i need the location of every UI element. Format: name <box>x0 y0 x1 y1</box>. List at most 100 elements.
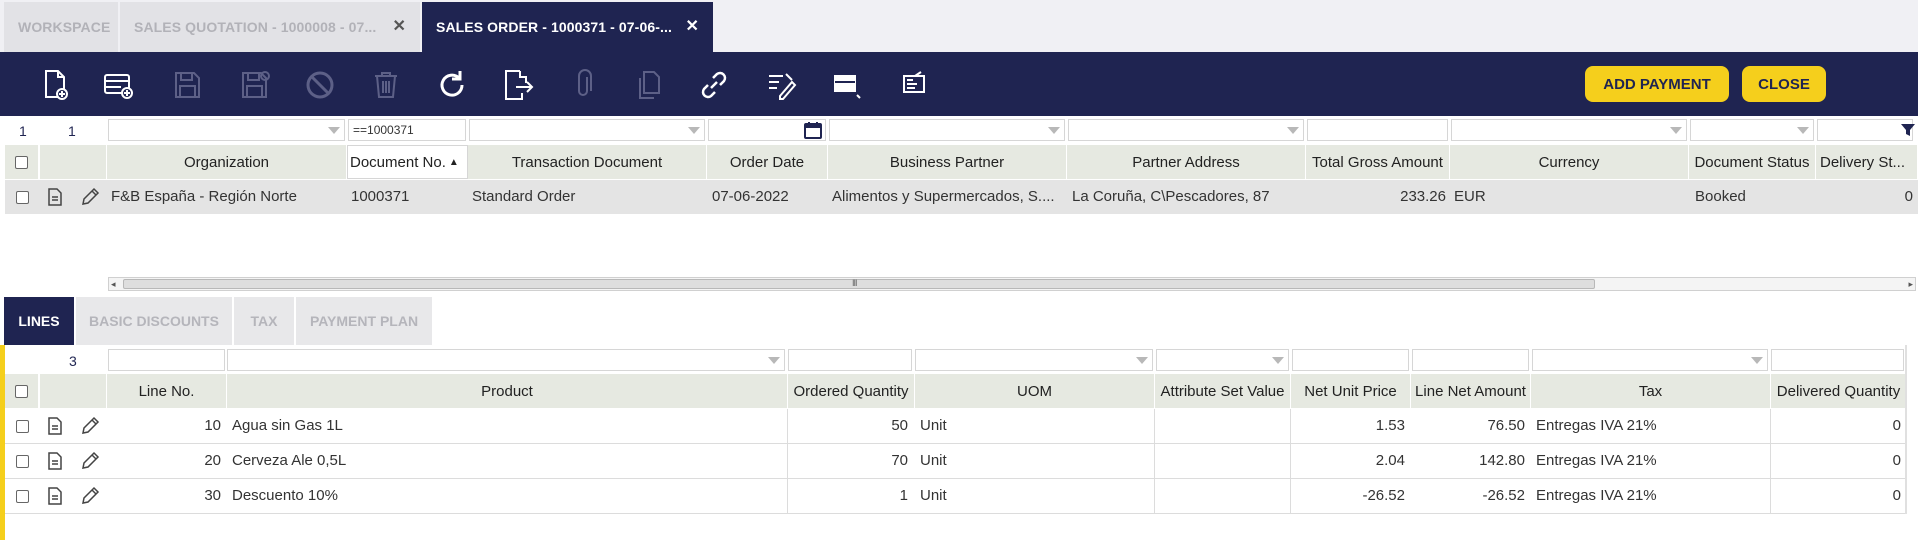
new-document-icon[interactable] <box>38 68 72 102</box>
ordered-quantity-filter[interactable] <box>788 349 912 371</box>
column-header-ordered-quantity[interactable]: Ordered Quantity <box>788 374 915 408</box>
column-header-product[interactable]: Product <box>227 374 788 408</box>
table-row[interactable]: 20 Cerveza Ale 0,5L 70 Unit 2.04 142.80 … <box>5 444 1905 479</box>
product-cell: Cerveza Ale 0,5L <box>232 452 347 469</box>
net-unit-price-cell: 1.53 <box>1375 417 1405 434</box>
column-header-total-gross-amount[interactable]: Total Gross Amount <box>1306 145 1450 179</box>
row-checkbox[interactable] <box>16 191 29 204</box>
column-header-uom[interactable]: UOM <box>915 374 1155 408</box>
column-divider <box>787 409 788 514</box>
delivery-status-filter[interactable] <box>1817 119 1913 141</box>
tab-tax[interactable]: TAX <box>234 297 294 345</box>
undo-icon[interactable] <box>303 68 337 102</box>
calendar-icon[interactable] <box>804 121 822 139</box>
uom-filter[interactable] <box>915 349 1153 371</box>
column-header-business-partner[interactable]: Business Partner <box>828 145 1067 179</box>
header-actions-spacer <box>40 374 107 408</box>
column-header-attribute-set-value[interactable]: Attribute Set Value <box>1155 374 1291 408</box>
tab-workspace[interactable]: WORKSPACE <box>4 2 118 52</box>
export-icon[interactable] <box>500 68 534 102</box>
column-header-tax[interactable]: Tax <box>1531 374 1771 408</box>
column-header-transaction-document[interactable]: Transaction Document <box>468 145 707 179</box>
column-header-delivery-status[interactable]: Delivery St... <box>1816 145 1918 179</box>
column-header-net-unit-price[interactable]: Net Unit Price <box>1291 374 1411 408</box>
document-icon[interactable] <box>47 188 63 206</box>
partner-address-filter[interactable] <box>1068 119 1304 141</box>
sort-ascending-icon: ▲ <box>448 156 459 168</box>
transaction-document-filter[interactable] <box>469 119 705 141</box>
tab-lines[interactable]: LINES <box>4 297 74 345</box>
edit-pencil-icon[interactable] <box>80 486 100 506</box>
edit-pencil-icon[interactable] <box>80 187 100 207</box>
row-checkbox[interactable] <box>16 455 29 468</box>
save-close-icon[interactable] <box>237 68 271 102</box>
scrollbar-thumb[interactable]: III <box>123 278 1595 289</box>
close-tab-icon[interactable]: ✕ <box>685 16 699 36</box>
select-all-checkbox[interactable] <box>15 155 28 169</box>
delivered-quantity-filter[interactable] <box>1771 349 1904 371</box>
new-record-icon[interactable] <box>101 68 135 102</box>
document-icon[interactable] <box>47 487 63 505</box>
partner-address-cell: La Coruña, C\Pescadores, 87 <box>1072 188 1270 205</box>
select-all-cell <box>5 374 39 408</box>
refresh-icon[interactable] <box>435 68 469 102</box>
page-number: 1 <box>19 123 27 139</box>
filter-icon[interactable] <box>1900 122 1916 138</box>
line-net-amount-filter[interactable] <box>1412 349 1529 371</box>
scroll-right-icon[interactable]: ▸ <box>1908 279 1913 290</box>
column-header-partner-address[interactable]: Partner Address <box>1067 145 1306 179</box>
scroll-left-icon[interactable]: ◂ <box>111 279 116 290</box>
grid-view-icon[interactable] <box>829 68 863 102</box>
ordered-quantity-cell: 1 <box>899 487 908 504</box>
save-icon[interactable] <box>170 68 204 102</box>
column-header-line-net-amount[interactable]: Line Net Amount <box>1411 374 1531 408</box>
close-tab-icon[interactable]: ✕ <box>392 16 406 36</box>
document-no-filter[interactable]: ==1000371 <box>348 119 466 141</box>
column-header-document-no[interactable]: Document No. ▲ <box>347 145 468 179</box>
column-header-currency[interactable]: Currency <box>1450 145 1689 179</box>
line-no-filter[interactable] <box>108 349 225 371</box>
copy-record-icon[interactable] <box>632 68 666 102</box>
process-icon[interactable] <box>764 68 798 102</box>
delivered-quantity-cell: 0 <box>1892 417 1901 434</box>
table-row[interactable]: 10 Agua sin Gas 1L 50 Unit 1.53 76.50 En… <box>5 409 1905 444</box>
tab-basic-discounts[interactable]: BASIC DISCOUNTS <box>76 297 232 345</box>
column-header-document-status[interactable]: Document Status <box>1689 145 1816 179</box>
row-checkbox[interactable] <box>16 420 29 433</box>
edit-pencil-icon[interactable] <box>80 451 100 471</box>
delete-icon[interactable] <box>369 68 403 102</box>
tax-filter[interactable] <box>1532 349 1768 371</box>
link-icon[interactable] <box>697 68 731 102</box>
line-net-amount-cell: -26.52 <box>1482 487 1525 504</box>
tab-sales-order[interactable]: SALES ORDER - 1000371 - 07-06-... ✕ <box>422 2 713 52</box>
document-icon[interactable] <box>47 452 63 470</box>
attribute-set-value-filter[interactable] <box>1156 349 1289 371</box>
edit-pencil-icon[interactable] <box>80 416 100 436</box>
window-tab-bar: WORKSPACE SALES QUOTATION - 1000008 - 07… <box>0 0 1918 52</box>
column-header-organization[interactable]: Organization <box>107 145 347 179</box>
column-header-line-no[interactable]: Line No. <box>107 374 227 408</box>
total-gross-amount-filter[interactable] <box>1307 119 1448 141</box>
vertical-scrollbar[interactable] <box>1905 345 1907 514</box>
net-unit-price-filter[interactable] <box>1292 349 1409 371</box>
tax-cell: Entregas IVA 21% <box>1536 452 1657 469</box>
tab-payment-plan[interactable]: PAYMENT PLAN <box>296 297 432 345</box>
select-all-checkbox[interactable] <box>15 384 28 398</box>
column-header-delivered-quantity[interactable]: Delivered Quantity <box>1771 374 1907 408</box>
organization-filter[interactable] <box>108 119 345 141</box>
product-filter[interactable] <box>227 349 785 371</box>
table-row[interactable]: 30 Descuento 10% 1 Unit -26.52 -26.52 En… <box>5 479 1905 514</box>
currency-filter[interactable] <box>1451 119 1687 141</box>
business-partner-filter[interactable] <box>829 119 1065 141</box>
document-icon[interactable] <box>47 417 63 435</box>
close-button[interactable]: CLOSE <box>1742 66 1826 102</box>
tab-sales-quotation[interactable]: SALES QUOTATION - 1000008 - 07... ✕ <box>120 2 420 52</box>
attachment-icon[interactable] <box>567 68 601 102</box>
document-status-filter[interactable] <box>1690 119 1814 141</box>
column-header-order-date[interactable]: Order Date <box>707 145 828 179</box>
horizontal-scrollbar[interactable]: ◂ III ▸ <box>108 277 1916 291</box>
table-row[interactable]: F&B España - Región Norte 1000371 Standa… <box>5 180 1918 214</box>
report-icon[interactable] <box>897 68 931 102</box>
add-payment-button[interactable]: ADD PAYMENT <box>1585 66 1729 102</box>
row-checkbox[interactable] <box>16 490 29 503</box>
